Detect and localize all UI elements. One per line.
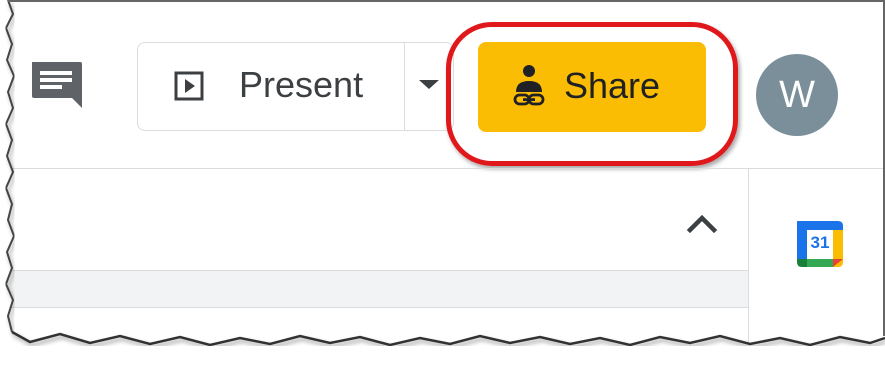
torn-edge-border [0, 0, 885, 367]
screenshot-frame: Present Share W 31 [0, 0, 885, 367]
